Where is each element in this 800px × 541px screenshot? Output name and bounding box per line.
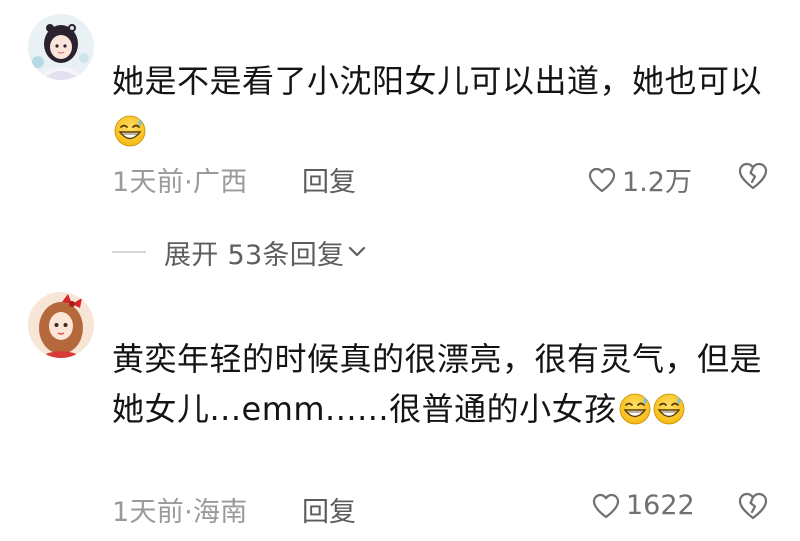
heart-icon [592, 493, 620, 518]
avatar[interactable] [28, 14, 94, 80]
comment-time: 1天前 [112, 497, 185, 528]
like-count: 1622 [626, 490, 695, 521]
comment-text: 她是不是看了小沈阳女儿可以出道，她也可以 [112, 56, 762, 156]
heart-icon [588, 167, 616, 192]
like-button[interactable]: 1622 [592, 490, 695, 521]
comment-location: 海南 [192, 497, 248, 528]
dislike-button[interactable] [738, 492, 768, 527]
broken-heart-icon [738, 492, 768, 520]
comment-location: 广西 [192, 167, 248, 198]
reply-button[interactable]: 回复 [302, 490, 356, 529]
grinning-sweat-emoji-icon [653, 389, 685, 425]
chevron-down-icon [349, 246, 366, 257]
comment-text: 黄奕年轻的时候真的很漂亮，很有灵气，但是她女儿...emm......很普通的小… [112, 334, 762, 434]
comment-body: 她是不是看了小沈阳女儿可以出道，她也可以 [112, 62, 763, 100]
like-count: 1.2万 [622, 167, 692, 198]
reply-button[interactable]: 回复 [302, 160, 356, 199]
divider-line [112, 251, 146, 253]
expand-replies-label: 展开 53条回复 [164, 239, 345, 271]
comment-time: 1天前 [112, 167, 185, 198]
grinning-sweat-emoji-icon [114, 111, 146, 147]
broken-heart-icon [738, 162, 768, 190]
like-button[interactable]: 1.2万 [588, 160, 692, 199]
expand-replies-button[interactable]: 展开 53条回复 [112, 234, 366, 271]
comment-meta: 1天前·广西 回复 1.2万 [112, 160, 772, 199]
dislike-button[interactable] [738, 162, 768, 197]
time-location: 1天前·海南 [112, 497, 248, 528]
avatar[interactable] [28, 292, 94, 358]
time-location: 1天前·广西 [112, 167, 248, 198]
grinning-sweat-emoji-icon [619, 389, 651, 425]
comment-meta: 1天前·海南 回复 1622 [112, 490, 772, 529]
